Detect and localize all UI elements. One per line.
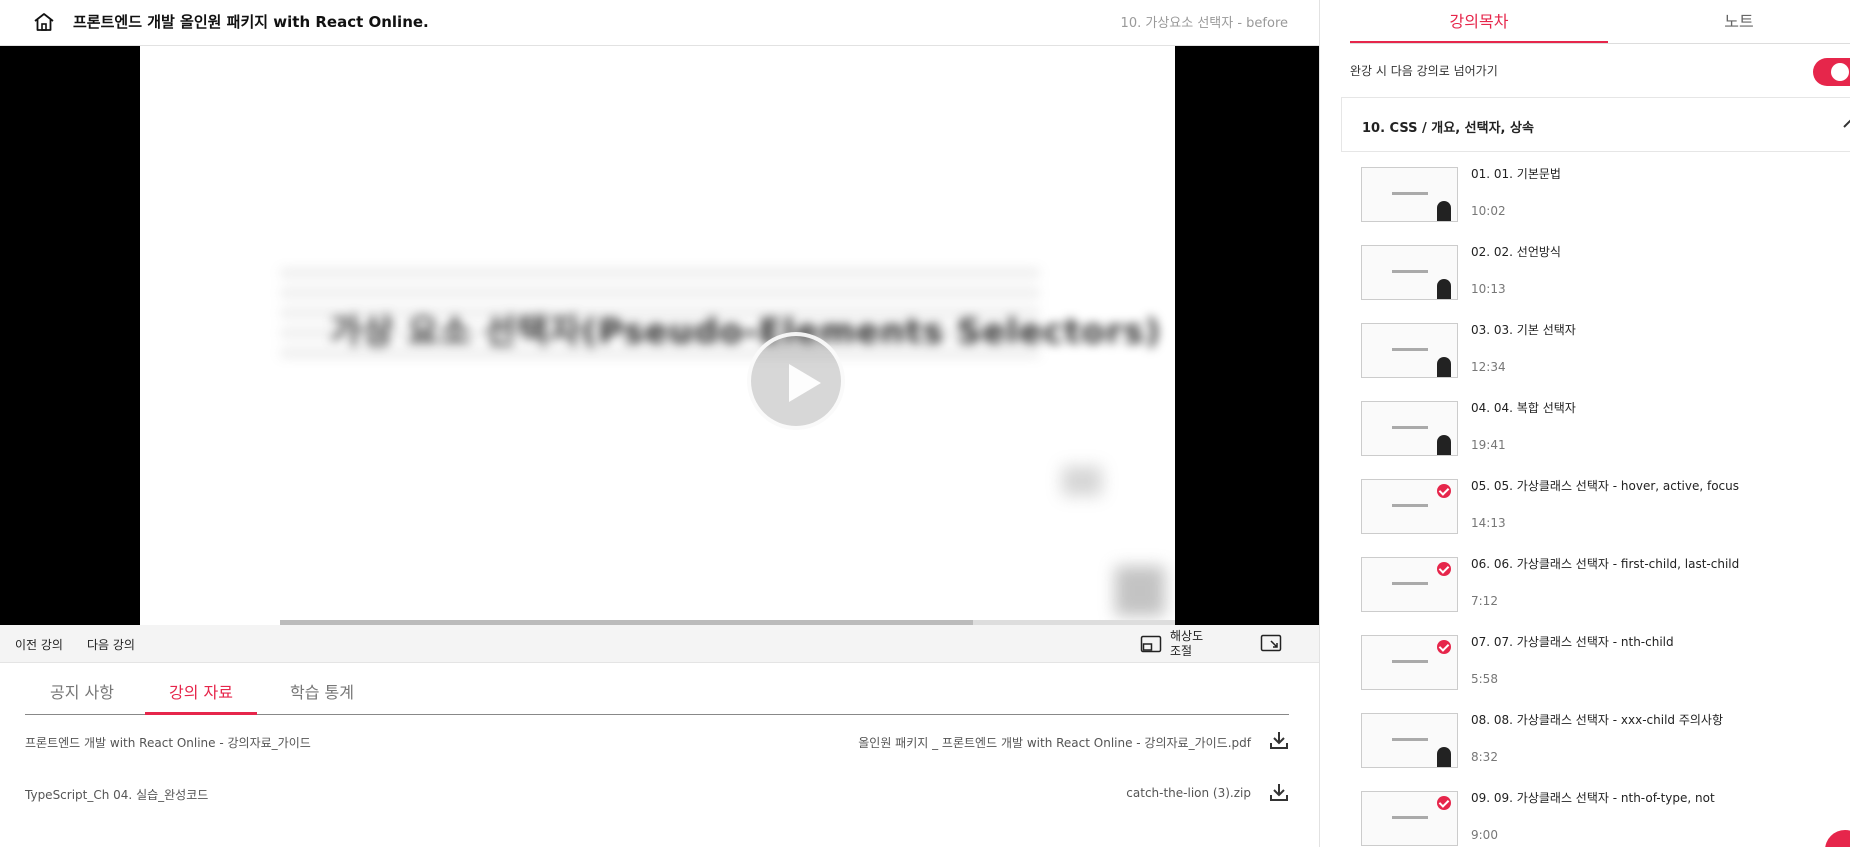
lesson-title: 03. 03. 기본 선택자 — [1471, 323, 1576, 337]
blurred-slide-logo — [1115, 566, 1165, 616]
lesson-item[interactable]: 06. 06. 가상클래스 선택자 - first-child, last-ch… — [1361, 555, 1850, 615]
autoplay-label: 완강 시 다음 강의로 넘어가기 — [1350, 64, 1498, 78]
thumbnail-slide-line — [1392, 738, 1428, 741]
lesson-duration: 5:58 — [1471, 672, 1498, 686]
lesson-thumbnail — [1361, 479, 1458, 534]
completed-check-icon — [1437, 484, 1451, 498]
lesson-item[interactable]: 03. 03. 기본 선택자 12:34 — [1361, 321, 1850, 381]
home-button[interactable] — [30, 8, 58, 36]
autoplay-toggle[interactable] — [1813, 58, 1850, 86]
lesson-duration: 9:00 — [1471, 828, 1498, 842]
player-controls: 이전 강의 다음 강의 해상도 조절 — [0, 625, 1319, 663]
download-button[interactable] — [1269, 730, 1289, 753]
prev-lecture-button[interactable]: 이전 강의 — [15, 636, 63, 653]
tab-notice[interactable]: 공지 사항 — [50, 679, 114, 715]
thumbnail-slide-line — [1392, 192, 1428, 195]
lesson-thumbnail — [1361, 635, 1458, 690]
lesson-thumbnail — [1361, 401, 1458, 456]
thumbnail-slide-line — [1392, 348, 1428, 351]
tab-stats[interactable]: 학습 통계 — [290, 679, 354, 715]
lesson-item[interactable]: 09. 09. 가상클래스 선택자 - nth-of-type, not 9:00 — [1361, 789, 1850, 847]
tab-materials[interactable]: 강의 자료 — [145, 679, 257, 715]
lesson-title: 06. 06. 가상클래스 선택자 - first-child, last-ch… — [1471, 557, 1740, 571]
lesson-duration: 10:02 — [1471, 204, 1506, 218]
resolution-label: 해상도 조절 — [1170, 629, 1204, 658]
resolution-button[interactable]: 해상도 조절 — [1140, 629, 1210, 659]
lesson-title: 04. 04. 복합 선택자 — [1471, 401, 1576, 415]
thumbnail-slide-line — [1392, 816, 1428, 819]
lesson-duration: 8:32 — [1471, 750, 1498, 764]
material-name: 프론트엔드 개발 with React Online - 강의자료_가이드 — [25, 736, 311, 750]
lesson-title: 05. 05. 가상클래스 선택자 - hover, active, focus — [1471, 479, 1740, 493]
lesson-title: 07. 07. 가상클래스 선택자 - nth-child — [1471, 635, 1674, 649]
lesson-item[interactable]: 04. 04. 복합 선택자 19:41 — [1361, 399, 1850, 459]
instructor-icon — [1437, 747, 1451, 767]
thumbnail-slide-line — [1392, 582, 1428, 585]
lesson-duration: 19:41 — [1471, 438, 1506, 452]
material-file-link[interactable]: 올인원 패키지 _ 프론트엔드 개발 with React Online - 강… — [858, 734, 1251, 751]
completed-check-icon — [1437, 640, 1451, 654]
section-header[interactable]: 10. CSS / 개요, 선택자, 상속 — [1341, 97, 1850, 152]
home-icon — [34, 13, 54, 31]
lesson-duration: 14:13 — [1471, 516, 1506, 530]
lesson-title: 09. 09. 가상클래스 선택자 - nth-of-type, not — [1471, 791, 1715, 805]
top-bar: 프론트엔드 개발 올인원 패키지 with React Online. 10. … — [0, 0, 1319, 46]
material-row: TypeScript_Ch 04. 실습_완성코드 catch-the-lion… — [25, 782, 1289, 804]
instructor-icon — [1437, 201, 1451, 221]
tab-notes[interactable]: 노트 — [1610, 0, 1850, 44]
lesson-duration: 12:34 — [1471, 360, 1506, 374]
current-lecture-label: 10. 가상요소 선택자 - before — [1120, 16, 1288, 31]
instructor-icon — [1437, 435, 1451, 455]
tab-curriculum[interactable]: 강의목차 — [1350, 0, 1608, 44]
completed-check-icon — [1437, 562, 1451, 576]
lesson-item[interactable]: 02. 02. 선언방식 10:13 — [1361, 243, 1850, 303]
picture-in-picture-icon — [1140, 635, 1162, 653]
lesson-duration: 7:12 — [1471, 594, 1498, 608]
lesson-duration: 10:13 — [1471, 282, 1506, 296]
thumbnail-slide-line — [1392, 504, 1428, 507]
next-lecture-button[interactable]: 다음 강의 — [87, 636, 135, 653]
curriculum-sidebar: 강의목차 노트 완강 시 다음 강의로 넘어가기 10. CSS / 개요, 선… — [1319, 0, 1850, 847]
lesson-title: 08. 08. 가상클래스 선택자 - xxx-child 주의사항 — [1471, 713, 1723, 727]
lesson-item[interactable]: 05. 05. 가상클래스 선택자 - hover, active, focus… — [1361, 477, 1850, 537]
chevron-up-icon — [1843, 119, 1850, 128]
lesson-thumbnail — [1361, 557, 1458, 612]
tab-divider — [1350, 43, 1850, 44]
blurred-slide-mark — [1062, 466, 1102, 496]
video-frame: 가상 요소 선택자(Pseudo-Elements Selectors) — [140, 46, 1175, 625]
lesson-item[interactable]: 08. 08. 가상클래스 선택자 - xxx-child 주의사항 8:32 — [1361, 711, 1850, 771]
play-button[interactable] — [747, 332, 845, 430]
material-file-link[interactable]: catch-the-lion (3).zip — [1126, 786, 1251, 800]
section-title: 10. CSS / 개요, 선택자, 상속 — [1362, 121, 1534, 136]
thumbnail-slide-line — [1392, 270, 1428, 273]
lesson-thumbnail — [1361, 323, 1458, 378]
popout-button[interactable] — [1260, 634, 1282, 656]
lecture-info-tabs: 공지 사항 강의 자료 학습 통계 — [25, 663, 1289, 715]
video-player[interactable]: 가상 요소 선택자(Pseudo-Elements Selectors) — [0, 46, 1319, 625]
instructor-icon — [1437, 279, 1451, 299]
course-title: 프론트엔드 개발 올인원 패키지 with React Online. — [73, 13, 429, 31]
download-icon — [1270, 732, 1288, 749]
download-icon — [1270, 784, 1288, 801]
material-row: 프론트엔드 개발 with React Online - 강의자료_가이드 올인… — [25, 730, 1289, 752]
lesson-thumbnail — [1361, 713, 1458, 768]
collapse-section-button[interactable] — [1842, 115, 1850, 134]
lesson-thumbnail — [1361, 245, 1458, 300]
popout-icon — [1260, 634, 1282, 652]
thumbnail-slide-line — [1392, 660, 1428, 663]
lesson-thumbnail — [1361, 167, 1458, 222]
main-panel: 프론트엔드 개발 올인원 패키지 with React Online. 10. … — [0, 0, 1319, 847]
download-button[interactable] — [1269, 782, 1289, 805]
instructor-icon — [1437, 357, 1451, 377]
lesson-item[interactable]: 01. 01. 기본문법 10:02 — [1361, 165, 1850, 225]
thumbnail-slide-line — [1392, 426, 1428, 429]
completed-check-icon — [1437, 796, 1451, 810]
blurred-slide-title: 가상 요소 선택자(Pseudo-Elements Selectors) — [330, 312, 1162, 352]
lesson-title: 02. 02. 선언방식 — [1471, 245, 1561, 259]
lesson-item[interactable]: 07. 07. 가상클래스 선택자 - nth-child 5:58 — [1361, 633, 1850, 693]
material-name: TypeScript_Ch 04. 실습_완성코드 — [25, 788, 209, 802]
lesson-thumbnail — [1361, 791, 1458, 846]
lesson-title: 01. 01. 기본문법 — [1471, 167, 1561, 181]
